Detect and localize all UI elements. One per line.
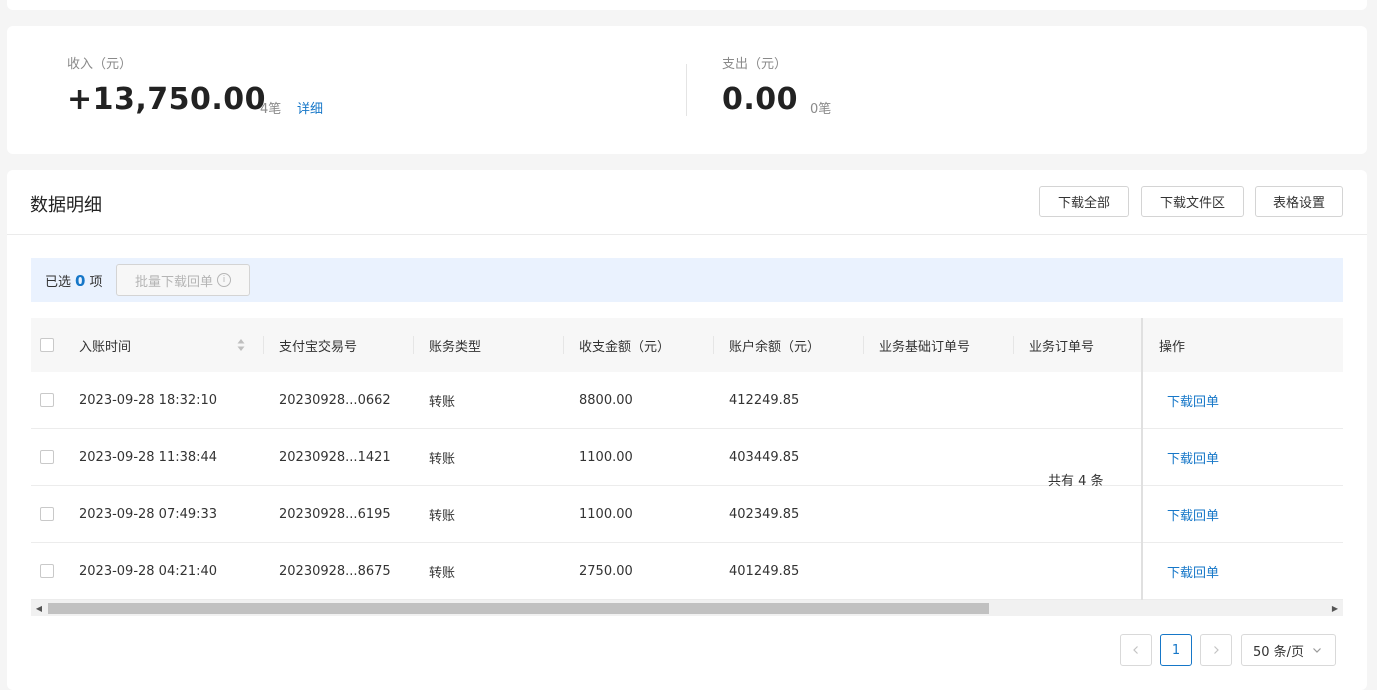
- chevron-left-icon: [1133, 646, 1138, 654]
- scroll-left-arrow-icon[interactable]: ◀: [33, 600, 45, 616]
- expense-value: 0.00: [722, 82, 799, 117]
- table-row: 2023-09-28 18:32:10 20230928...0662 转账 8…: [31, 372, 1343, 429]
- selection-count: 0: [75, 272, 86, 290]
- download-all-button[interactable]: 下载全部: [1039, 186, 1129, 217]
- cell-time: 2023-09-28 18:32:10: [79, 392, 218, 408]
- horizontal-scrollbar[interactable]: ◀ ▶: [31, 600, 1343, 616]
- expense-count: 0笔: [810, 102, 832, 117]
- batch-download-label: 批量下载回单: [134, 274, 213, 290]
- cell-type: 转账: [429, 451, 456, 467]
- column-header-trade-no: 支付宝交易号: [279, 339, 358, 355]
- cell-balance: 402349.85: [729, 506, 800, 522]
- column-separator: [263, 336, 264, 354]
- pagination-total: 共有 4 条: [1048, 474, 1104, 489]
- column-header-order: 业务订单号: [1029, 339, 1095, 355]
- next-page-button[interactable]: [1200, 634, 1232, 666]
- table-header: 入账时间 支付宝交易号 账务类型 收支金额（元） 账户余额（元） 业务基础订单号…: [31, 318, 1343, 372]
- selection-suffix: 项: [89, 275, 103, 290]
- income-count: 4笔: [260, 102, 282, 117]
- scrollbar-thumb[interactable]: [48, 603, 989, 614]
- download-files-button[interactable]: 下载文件区: [1141, 186, 1244, 217]
- cell-type: 转账: [429, 508, 456, 524]
- income-detail-link[interactable]: 详细: [297, 98, 323, 117]
- table-row: 2023-09-28 04:21:40 20230928...8675 转账 2…: [31, 543, 1343, 600]
- column-header-type: 账务类型: [429, 339, 482, 355]
- column-separator: [863, 336, 864, 354]
- cell-amount: 2750.00: [579, 563, 633, 579]
- fixed-column-divider: [1141, 318, 1143, 600]
- selection-summary: 已选 0 项: [45, 271, 102, 290]
- table-settings-button[interactable]: 表格设置: [1255, 186, 1343, 217]
- cell-balance: 412249.85: [729, 392, 800, 408]
- row-checkbox[interactable]: [40, 393, 54, 407]
- cell-trade-no: 20230928...0662: [279, 392, 391, 408]
- chevron-right-icon: [1214, 646, 1219, 654]
- cell-trade-no: 20230928...1421: [279, 449, 391, 465]
- page-button-current[interactable]: 1: [1160, 634, 1192, 666]
- selection-bar: 已选 0 项 批量下载回单 i: [31, 258, 1343, 302]
- income-label: 收入（元）: [67, 57, 133, 72]
- cell-balance: 403449.85: [729, 449, 800, 465]
- cell-type: 转账: [429, 565, 456, 581]
- column-separator: [413, 336, 414, 354]
- cell-amount: 8800.00: [579, 392, 633, 408]
- summary-card: 收入（元） +13,750.00 4笔 详细 支出（元） 0.00 0笔: [7, 26, 1367, 154]
- prev-page-button[interactable]: [1120, 634, 1152, 666]
- column-separator: [1013, 336, 1014, 354]
- batch-download-button[interactable]: 批量下载回单 i: [116, 264, 250, 296]
- page-size-select[interactable]: 50 条/页: [1241, 634, 1336, 666]
- cell-time: 2023-09-28 11:38:44: [79, 449, 218, 465]
- cell-amount: 1100.00: [579, 449, 633, 465]
- header-divider: [7, 234, 1367, 235]
- chevron-down-icon: [1313, 648, 1321, 653]
- column-header-base-order: 业务基础订单号: [879, 339, 971, 355]
- select-all-checkbox[interactable]: [40, 338, 54, 352]
- cell-trade-no: 20230928...6195: [279, 506, 391, 522]
- selection-prefix: 已选: [45, 275, 72, 290]
- data-detail-card: 数据明细 下载全部 下载文件区 表格设置 已选 0 项 批量下载回单 i 入账时…: [7, 170, 1367, 690]
- table-row: 2023-09-28 11:38:44 20230928...1421 转账 1…: [31, 429, 1343, 486]
- column-separator: [713, 336, 714, 354]
- cell-time: 2023-09-28 04:21:40: [79, 563, 218, 579]
- column-separator: [563, 336, 564, 354]
- row-checkbox[interactable]: [40, 450, 54, 464]
- scroll-right-arrow-icon[interactable]: ▶: [1329, 600, 1341, 616]
- page-title: 数据明细: [30, 195, 102, 216]
- row-checkbox[interactable]: [40, 564, 54, 578]
- sort-icon[interactable]: [237, 338, 245, 352]
- cell-balance: 401249.85: [729, 563, 800, 579]
- download-receipt-link[interactable]: 下载回单: [1167, 486, 1219, 542]
- download-receipt-link[interactable]: 下载回单: [1167, 543, 1219, 599]
- cell-amount: 1100.00: [579, 506, 633, 522]
- column-header-amount: 收支金额（元）: [579, 339, 671, 355]
- download-receipt-link[interactable]: 下载回单: [1167, 372, 1219, 428]
- column-header-time[interactable]: 入账时间: [79, 318, 131, 372]
- column-header-actions: 操作: [1159, 339, 1186, 355]
- table-row: 2023-09-28 07:49:33 20230928...6195 转账 1…: [31, 486, 1343, 543]
- row-checkbox[interactable]: [40, 507, 54, 521]
- top-card-strip: [7, 0, 1367, 10]
- column-header-balance: 账户余额（元）: [729, 339, 821, 355]
- download-receipt-link[interactable]: 下载回单: [1167, 429, 1219, 485]
- income-value: +13,750.00: [67, 82, 267, 117]
- cell-type: 转账: [429, 394, 456, 410]
- page-size-value: 50 条/页: [1253, 644, 1305, 660]
- cell-trade-no: 20230928...8675: [279, 563, 391, 579]
- expense-label: 支出（元）: [722, 57, 788, 72]
- info-icon: i: [217, 273, 231, 287]
- cell-time: 2023-09-28 07:49:33: [79, 506, 218, 522]
- summary-divider: [686, 64, 687, 116]
